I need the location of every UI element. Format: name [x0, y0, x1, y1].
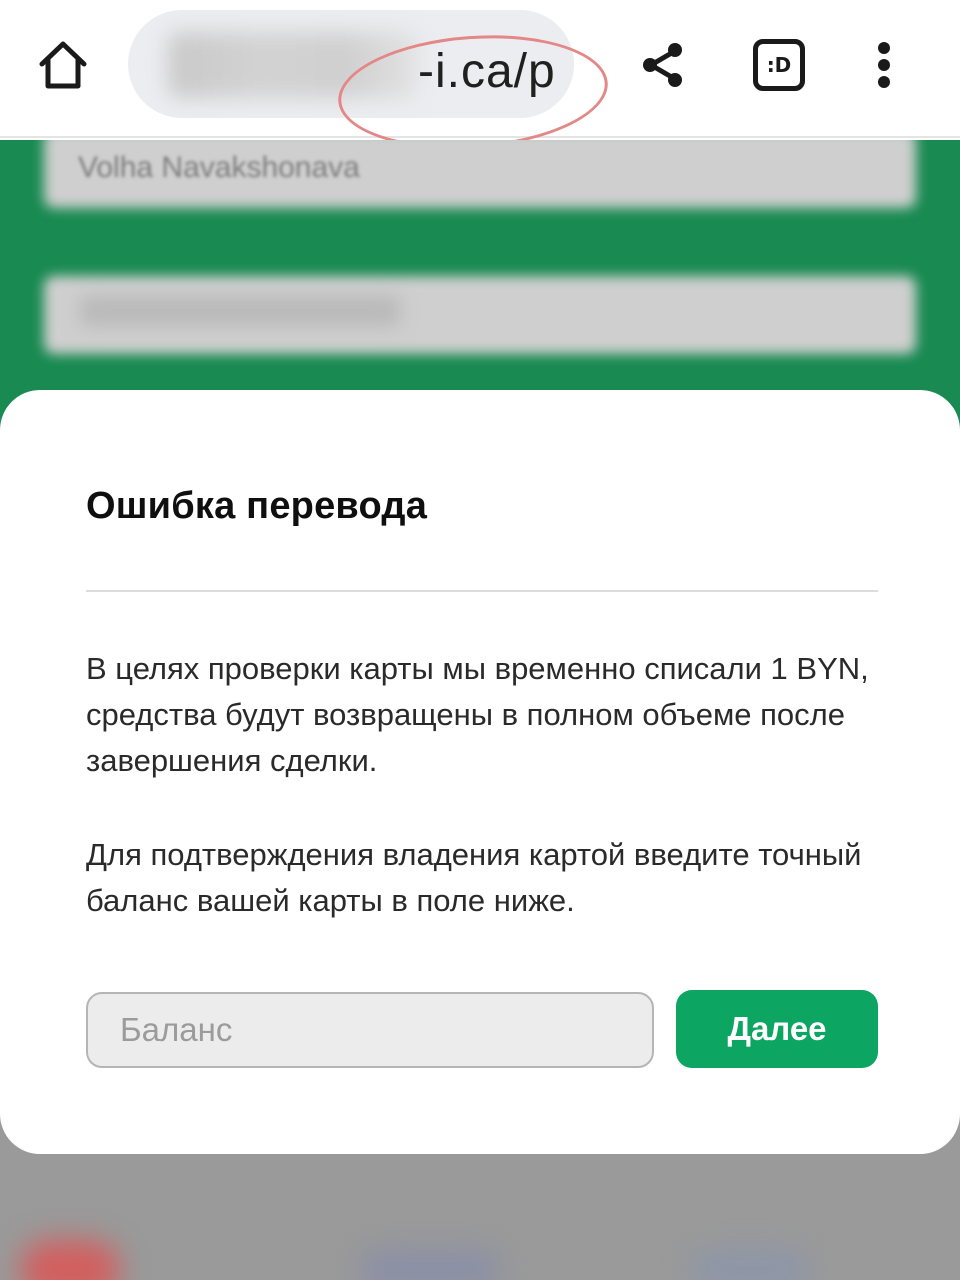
url-bar[interactable]: -i.ca/p — [128, 10, 574, 118]
next-button[interactable]: Далее — [676, 990, 878, 1068]
home-icon — [39, 41, 87, 89]
modal-title: Ошибка перевода — [86, 485, 428, 527]
share-icon — [643, 43, 682, 87]
modal-message-balance-request: Для подтверждения владения картой введит… — [86, 837, 862, 918]
transfer-error-modal: Ошибка перевода В целях проверки карты м… — [0, 390, 960, 1154]
share-button[interactable] — [632, 34, 694, 96]
url-redacted-area — [168, 32, 418, 98]
modal-divider — [86, 590, 878, 592]
extension-icon: :D — [753, 39, 805, 91]
balance-input[interactable] — [86, 992, 654, 1068]
extension-button[interactable]: :D — [748, 34, 810, 96]
background-card-value-redacted — [80, 296, 400, 326]
modal-message-charge: В целях проверки карты мы временно списа… — [86, 651, 869, 778]
home-button[interactable] — [30, 32, 96, 98]
background-name-value: Volha Navakshonava — [78, 151, 360, 184]
menu-button[interactable] — [858, 34, 910, 96]
more-vert-icon — [878, 42, 890, 54]
browser-toolbar: -i.ca/p :D — [0, 0, 960, 158]
background-bottom-content — [0, 1220, 960, 1280]
url-text: -i.ca/p — [418, 45, 556, 98]
